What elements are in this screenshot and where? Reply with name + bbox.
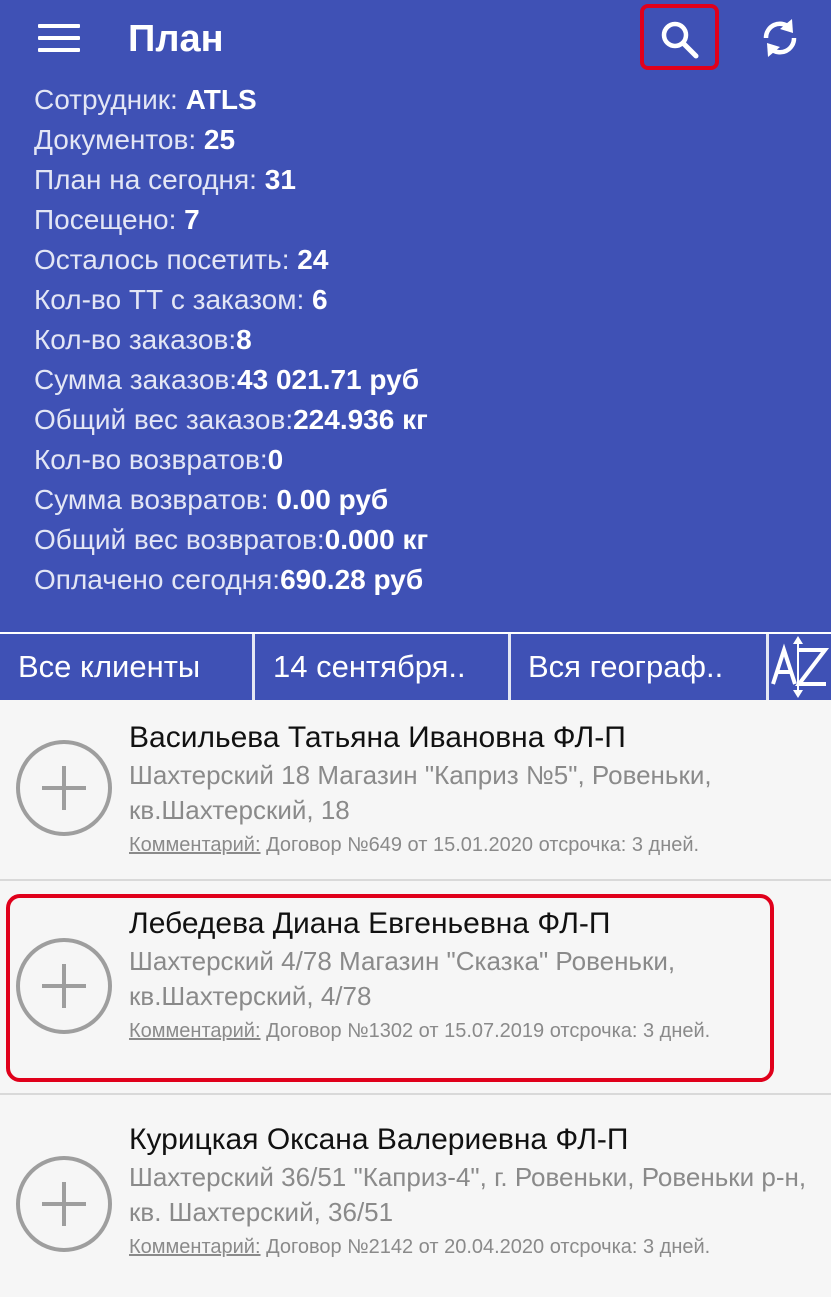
stat-order-sum: Сумма заказов:43 021.71 руб xyxy=(34,364,419,395)
client-list-item[interactable]: Васильева Татьяна Ивановна ФЛ-П Шахтерск… xyxy=(0,700,831,881)
client-comment: Комментарий: Договор №1302 от 15.07.2019… xyxy=(129,1018,807,1045)
sort-az-icon xyxy=(771,636,830,698)
stat-outlets-with-order: Кол-во ТТ с заказом: 6 xyxy=(34,284,328,315)
clients-filter[interactable]: Все клиенты xyxy=(0,634,252,700)
sort-button[interactable] xyxy=(769,634,831,700)
date-filter[interactable]: 14 сентября.. xyxy=(255,634,508,700)
summary-stats: Сотрудник: ATLS Документов: 25 План на с… xyxy=(34,80,428,600)
stat-visited: Посещено: 7 xyxy=(34,204,200,235)
stat-documents: Документов: 25 xyxy=(34,124,236,155)
sync-icon xyxy=(763,19,797,57)
search-button[interactable] xyxy=(640,4,719,70)
add-icon[interactable] xyxy=(16,938,112,1034)
search-icon xyxy=(661,21,699,59)
stat-plan-today: План на сегодня: 31 xyxy=(34,164,296,195)
client-address: Шахтерский 36/51 "Каприз-4", г. Ровеньки… xyxy=(129,1162,807,1227)
client-info: Васильева Татьяна Ивановна ФЛ-П Шахтерск… xyxy=(129,718,807,859)
stat-return-weight: Общий вес возвратов:0.000 кг xyxy=(34,524,429,555)
client-info: Курицкая Оксана Валериевна ФЛ-П Шахтерск… xyxy=(129,1120,807,1261)
stat-remaining: Осталось посетить: 24 xyxy=(34,244,329,275)
client-info: Лебедева Диана Евгеньевна ФЛ-П Шахтерски… xyxy=(129,904,807,1045)
sync-button[interactable] xyxy=(758,16,802,60)
stat-order-weight: Общий вес заказов:224.936 кг xyxy=(34,404,428,435)
comment-text: Договор №1302 от 15.07.2019 отсрочка: 3 … xyxy=(260,1020,711,1042)
stat-employee: Сотрудник: ATLS xyxy=(34,84,257,115)
stat-order-count: Кол-во заказов:8 xyxy=(34,324,252,355)
client-list-item[interactable]: Лебедева Диана Евгеньевна ФЛ-П Шахтерски… xyxy=(0,885,831,1095)
comment-label: Комментарий: xyxy=(129,1020,261,1042)
comment-text: Договор №2142 от 20.04.2020 отсрочка: 3 … xyxy=(260,1236,711,1258)
comment-label: Комментарий: xyxy=(129,1236,261,1258)
stat-paid-today: Оплачено сегодня:690.28 руб xyxy=(34,564,424,595)
add-icon[interactable] xyxy=(16,1156,112,1252)
filter-bar: Все клиенты 14 сентября.. Вся географ.. xyxy=(0,634,831,700)
client-comment: Комментарий: Договор №649 от 15.01.2020 … xyxy=(129,832,807,859)
client-address: Шахтерский 18 Магазин "Каприз №5", Ровен… xyxy=(129,760,712,825)
client-list: Васильева Татьяна Ивановна ФЛ-П Шахтерск… xyxy=(0,700,831,1297)
menu-icon[interactable] xyxy=(38,22,80,54)
comment-label: Комментарий: xyxy=(129,834,261,856)
client-name: Васильева Татьяна Ивановна ФЛ-П xyxy=(129,721,626,754)
geography-filter[interactable]: Вся географ.. xyxy=(511,634,766,700)
stat-return-count: Кол-во возвратов:0 xyxy=(34,444,284,475)
comment-text: Договор №649 от 15.01.2020 отсрочка: 3 д… xyxy=(260,834,700,856)
client-name: Курицкая Оксана Валериевна ФЛ-П xyxy=(129,1123,629,1156)
page-title: План xyxy=(128,18,224,60)
stat-return-sum: Сумма возвратов: 0.00 руб xyxy=(34,484,389,515)
client-name: Лебедева Диана Евгеньевна ФЛ-П xyxy=(129,907,611,940)
app-header: План Сотрудник: ATLS Документов: 25 План… xyxy=(0,0,831,632)
client-comment: Комментарий: Договор №2142 от 20.04.2020… xyxy=(129,1234,807,1261)
client-address: Шахтерский 4/78 Магазин "Сказка" Ровеньк… xyxy=(129,946,676,1011)
add-icon[interactable] xyxy=(16,740,112,836)
client-list-item[interactable]: Курицкая Оксана Валериевна ФЛ-П Шахтерск… xyxy=(0,1098,831,1297)
